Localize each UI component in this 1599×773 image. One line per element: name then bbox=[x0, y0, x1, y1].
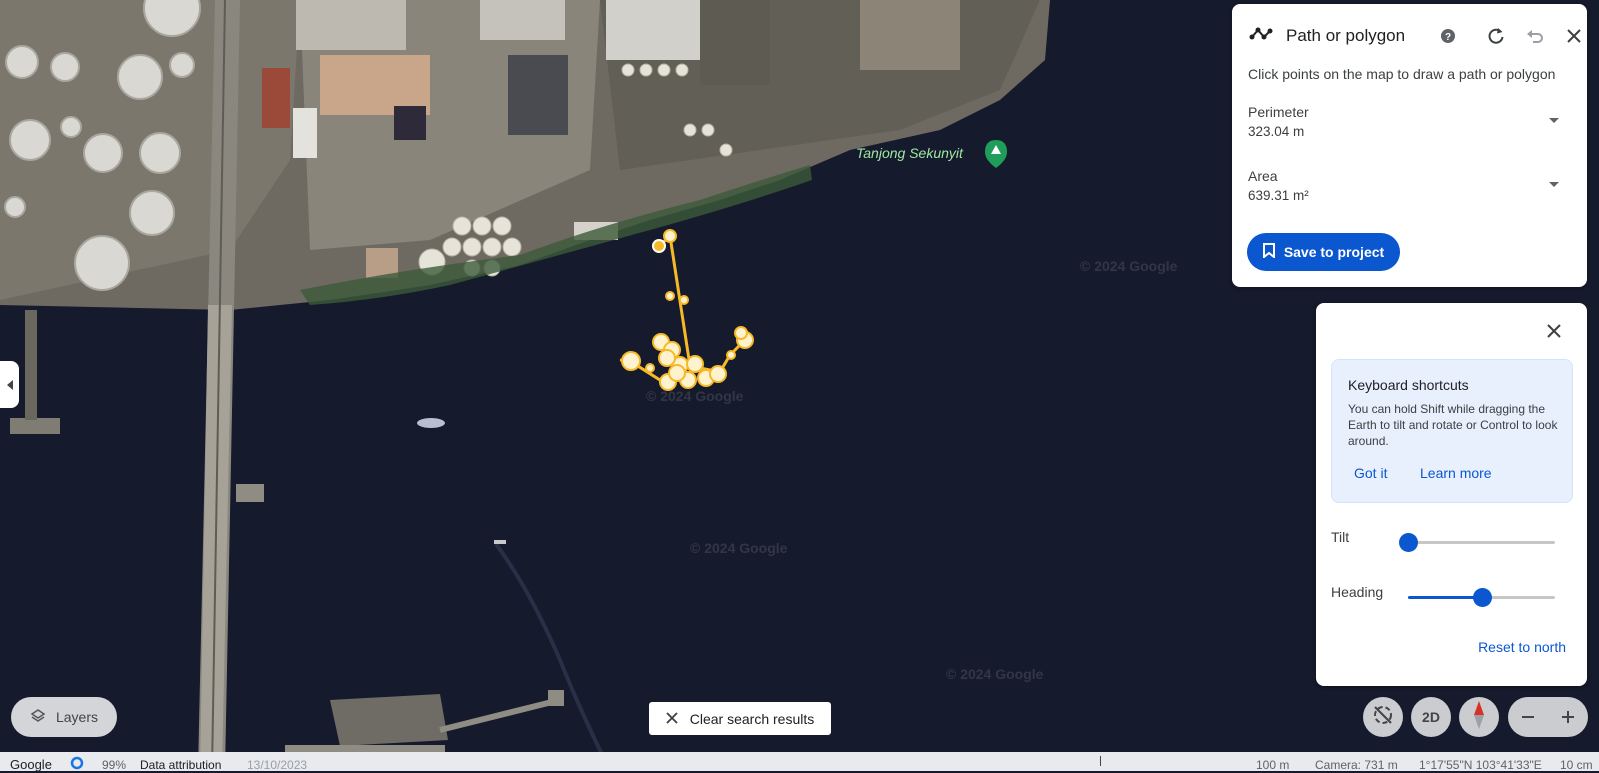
keyboard-shortcuts-tip: Keyboard shortcuts You can hold Shift wh… bbox=[1331, 359, 1573, 503]
svg-text:?: ? bbox=[1445, 32, 1451, 43]
chevron-down-icon[interactable] bbox=[1549, 118, 1559, 123]
layers-icon bbox=[30, 708, 46, 727]
3d-off-icon bbox=[1371, 703, 1395, 732]
close-icon bbox=[666, 711, 678, 727]
heading-thumb[interactable] bbox=[1472, 588, 1492, 607]
navigation-panel: Keyboard shortcuts You can hold Shift wh… bbox=[1316, 303, 1587, 686]
tilt-label: Tilt bbox=[1331, 529, 1350, 545]
learn-more-link[interactable]: Learn more bbox=[1420, 465, 1492, 481]
area-label: Area bbox=[1248, 168, 1278, 184]
area-value: 639.31 m² bbox=[1248, 188, 1309, 203]
clear-search-results-button[interactable]: Clear search results bbox=[649, 702, 831, 735]
status-bar: Google 99% Data attribution 13/10/2023 1… bbox=[0, 752, 1599, 773]
scale-tick bbox=[1100, 756, 1101, 766]
undo-icon[interactable] bbox=[1521, 22, 1549, 50]
help-icon[interactable]: ? bbox=[1434, 22, 1462, 50]
zoom-out-button[interactable] bbox=[1508, 697, 1548, 737]
measure-header: Path or polygon ? bbox=[1248, 22, 1581, 50]
loading-percent: 99% bbox=[102, 758, 127, 772]
perimeter-value: 323.04 m bbox=[1248, 124, 1305, 139]
data-attribution-link[interactable]: Data attribution bbox=[140, 758, 221, 772]
chevron-down-icon[interactable] bbox=[1549, 182, 1559, 187]
zoom-in-button[interactable] bbox=[1548, 697, 1588, 737]
save-to-project-button[interactable]: Save to project bbox=[1247, 233, 1400, 271]
layers-button[interactable]: Layers bbox=[11, 697, 117, 737]
tilt-slider[interactable] bbox=[1399, 533, 1555, 552]
map-watermark: © 2024 Google bbox=[1080, 258, 1178, 274]
measure-instruction: Click points on the map to draw a path o… bbox=[1248, 66, 1556, 82]
redo-icon[interactable] bbox=[1482, 22, 1510, 50]
collapse-sidebar-button[interactable] bbox=[0, 361, 19, 408]
coordinates: 1°17'55"N 103°41'33"E bbox=[1419, 758, 1542, 772]
clear-label: Clear search results bbox=[689, 710, 815, 727]
heading-slider[interactable] bbox=[1408, 588, 1555, 607]
bookmark-icon bbox=[1262, 243, 1275, 261]
map-watermark: © 2024 Google bbox=[690, 540, 788, 556]
got-it-button[interactable]: Got it bbox=[1354, 465, 1387, 481]
heading-label: Heading bbox=[1331, 584, 1384, 600]
zoom-controls bbox=[1508, 697, 1588, 737]
path-measure-icon bbox=[1248, 25, 1274, 48]
place-label[interactable]: Tanjong Sekunyit bbox=[856, 145, 963, 161]
map-watermark: © 2024 Google bbox=[946, 666, 1044, 682]
map-watermark: © 2024 Google bbox=[646, 388, 744, 404]
photorealistic-toggle-button[interactable] bbox=[1363, 697, 1403, 737]
tilt-thumb[interactable] bbox=[1399, 533, 1418, 552]
compass-icon bbox=[1471, 700, 1487, 735]
measure-title: Path or polygon bbox=[1286, 26, 1406, 45]
measure-panel: Path or polygon ? Click points on the ma… bbox=[1232, 4, 1587, 287]
perimeter-label: Perimeter bbox=[1248, 104, 1309, 120]
tip-body: You can hold Shift while dragging the Ea… bbox=[1348, 402, 1558, 448]
loading-icon bbox=[70, 756, 84, 773]
layers-label: Layers bbox=[55, 709, 99, 725]
view-mode-2d-button[interactable]: 2D bbox=[1411, 697, 1451, 737]
scale-label: 100 m bbox=[1256, 758, 1290, 772]
close-icon[interactable] bbox=[1560, 22, 1588, 50]
compass-button[interactable] bbox=[1459, 697, 1499, 737]
camera-altitude: Camera: 731 m bbox=[1315, 758, 1398, 772]
imagery-date: 13/10/2023 bbox=[247, 758, 308, 772]
area-row[interactable]: Area 639.31 m² bbox=[1248, 168, 1573, 212]
save-label: Save to project bbox=[1283, 244, 1385, 260]
chevron-left-icon bbox=[6, 379, 13, 390]
tip-title: Keyboard shortcuts bbox=[1348, 377, 1469, 393]
close-icon[interactable] bbox=[1540, 317, 1568, 345]
google-logo: Google bbox=[10, 757, 52, 772]
reset-to-north-button[interactable]: Reset to north bbox=[1478, 639, 1566, 655]
perimeter-row[interactable]: Perimeter 323.04 m bbox=[1248, 104, 1573, 148]
heading-fill bbox=[1408, 596, 1482, 599]
elevation: 10 cm bbox=[1560, 758, 1593, 772]
